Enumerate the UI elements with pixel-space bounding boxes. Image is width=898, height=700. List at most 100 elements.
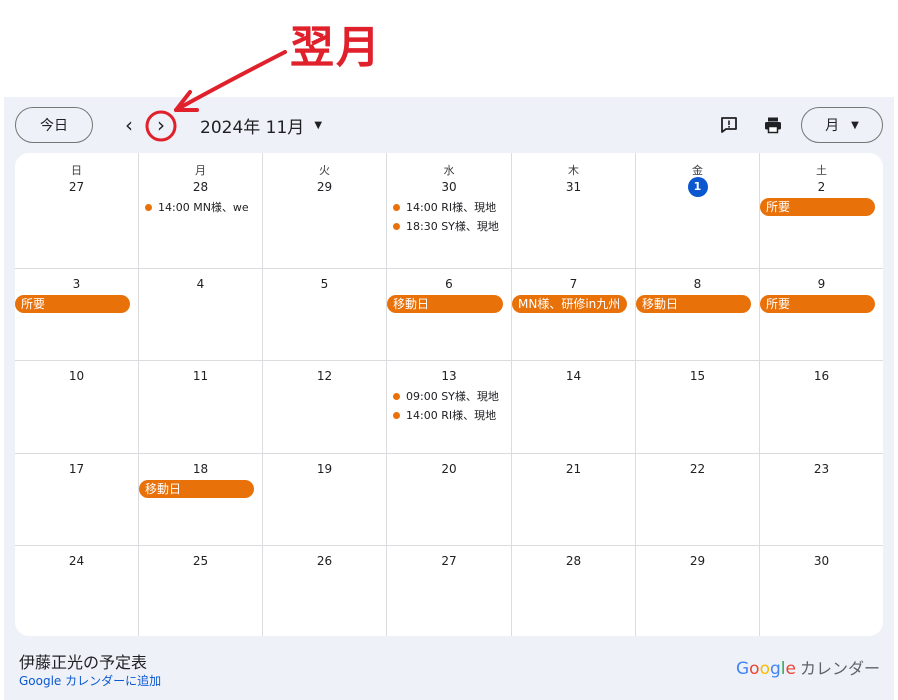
day-number[interactable]: 2 xyxy=(760,180,883,194)
all-day-event[interactable]: 所要 xyxy=(760,198,875,216)
timed-event[interactable]: 14:00 MN様、we xyxy=(145,198,256,216)
day-number[interactable]: 19 xyxy=(263,462,386,476)
day-cell[interactable]: 25 xyxy=(139,546,263,636)
day-number[interactable]: 7 xyxy=(512,277,635,291)
day-number[interactable]: 5 xyxy=(263,277,386,291)
day-cell[interactable]: 17 xyxy=(15,454,139,545)
day-cell[interactable]: 4 xyxy=(139,269,263,360)
all-day-event[interactable]: 所要 xyxy=(15,295,130,313)
day-cell[interactable]: 24 xyxy=(15,546,139,636)
next-month-button[interactable]: › xyxy=(146,110,176,140)
day-number[interactable]: 11 xyxy=(139,369,262,383)
day-cell[interactable]: 29 xyxy=(636,546,760,636)
day-number[interactable]: 29 xyxy=(263,180,386,194)
day-cell[interactable]: 火 29 xyxy=(263,153,387,268)
day-number[interactable]: 27 xyxy=(387,554,511,568)
timed-event[interactable]: 14:00 RI様、現地 xyxy=(393,406,505,424)
day-number[interactable]: 12 xyxy=(263,369,386,383)
day-cell[interactable]: 30 xyxy=(760,546,883,636)
event-dot-icon xyxy=(393,411,400,419)
day-number[interactable]: 18 xyxy=(139,462,262,476)
day-cell[interactable]: 19 xyxy=(263,454,387,545)
day-number[interactable]: 28 xyxy=(512,554,635,568)
all-day-event[interactable]: MN様、研修in九州 xyxy=(512,295,627,313)
day-number[interactable]: 22 xyxy=(636,462,759,476)
day-cell[interactable]: 月 28 14:00 MN様、we xyxy=(139,153,263,268)
day-cell[interactable]: 13 09:00 SY様、現地 14:00 RI様、現地 xyxy=(387,361,512,453)
day-number[interactable]: 24 xyxy=(15,554,138,568)
day-number[interactable]: 29 xyxy=(636,554,759,568)
day-number[interactable]: 6 xyxy=(387,277,511,291)
day-cell[interactable]: 16 xyxy=(760,361,883,453)
day-number[interactable]: 14 xyxy=(512,369,635,383)
day-number[interactable]: 8 xyxy=(636,277,759,291)
timed-event[interactable]: 18:30 SY様、現地 xyxy=(393,217,505,235)
day-cell[interactable]: 10 xyxy=(15,361,139,453)
day-cell[interactable]: 水 30 14:00 RI様、現地 18:30 SY様、現地 xyxy=(387,153,512,268)
day-number[interactable]: 1 xyxy=(636,177,759,197)
feedback-button[interactable] xyxy=(715,111,743,139)
day-number[interactable]: 28 xyxy=(139,180,262,194)
day-cell[interactable]: 9 所要 xyxy=(760,269,883,360)
day-number[interactable]: 21 xyxy=(512,462,635,476)
day-cell[interactable]: 8 移動日 xyxy=(636,269,760,360)
day-cell[interactable]: 日 27 xyxy=(15,153,139,268)
day-cell[interactable]: 20 xyxy=(387,454,512,545)
google-calendar-logo[interactable]: G o o g l e カレンダー xyxy=(736,655,880,679)
day-number[interactable]: 3 xyxy=(15,277,138,291)
day-number[interactable]: 31 xyxy=(512,180,635,194)
day-number-label: 15 xyxy=(689,369,706,383)
day-cell[interactable]: 5 xyxy=(263,269,387,360)
event-label: 14:00 RI様、現地 xyxy=(406,409,497,422)
day-number-label: 23 xyxy=(813,462,830,476)
weekday-header: 月 xyxy=(195,164,206,177)
day-number-label: 30 xyxy=(813,554,830,568)
day-number[interactable]: 9 xyxy=(760,277,883,291)
timed-event[interactable]: 09:00 SY様、現地 xyxy=(393,387,505,405)
day-cell[interactable]: 12 xyxy=(263,361,387,453)
all-day-event[interactable]: 所要 xyxy=(760,295,875,313)
day-number[interactable]: 10 xyxy=(15,369,138,383)
day-cell[interactable]: 15 xyxy=(636,361,760,453)
day-cell[interactable]: 11 xyxy=(139,361,263,453)
all-day-event[interactable]: 移動日 xyxy=(387,295,503,313)
day-number[interactable]: 23 xyxy=(760,462,883,476)
all-day-event[interactable]: 移動日 xyxy=(636,295,751,313)
day-number[interactable]: 25 xyxy=(139,554,262,568)
day-number[interactable]: 30 xyxy=(760,554,883,568)
day-cell[interactable]: 7 MN様、研修in九州 xyxy=(512,269,636,360)
day-cell[interactable]: 金1 xyxy=(636,153,760,268)
day-number-label: 10 xyxy=(68,369,85,383)
day-cell[interactable]: 28 xyxy=(512,546,636,636)
view-selector[interactable]: 月 ▼ xyxy=(801,107,883,143)
add-to-google-calendar-link[interactable]: Google カレンダーに追加 xyxy=(19,672,161,689)
day-cell[interactable]: 14 xyxy=(512,361,636,453)
day-number[interactable]: 17 xyxy=(15,462,138,476)
day-cell[interactable]: 3 所要 xyxy=(15,269,139,360)
day-cell[interactable]: 土 2 所要 xyxy=(760,153,883,268)
today-button[interactable]: 今日 xyxy=(15,107,93,143)
day-number[interactable]: 15 xyxy=(636,369,759,383)
timed-event[interactable]: 14:00 RI様、現地 xyxy=(393,198,505,216)
day-number[interactable]: 13 xyxy=(387,369,511,383)
day-cell[interactable]: 23 xyxy=(760,454,883,545)
day-cell[interactable]: 26 xyxy=(263,546,387,636)
all-day-event[interactable]: 移動日 xyxy=(139,480,254,498)
day-cell[interactable]: 21 xyxy=(512,454,636,545)
prev-month-button[interactable]: ‹ xyxy=(114,110,144,140)
week-row: 17 18 移動日 19 20 21 22 23 xyxy=(15,454,883,546)
day-number[interactable]: 27 xyxy=(15,180,138,194)
day-number[interactable]: 16 xyxy=(760,369,883,383)
view-label: 月 xyxy=(825,118,840,134)
day-cell[interactable]: 22 xyxy=(636,454,760,545)
day-cell[interactable]: 27 xyxy=(387,546,512,636)
day-number[interactable]: 30 xyxy=(387,180,511,194)
print-button[interactable] xyxy=(759,111,787,139)
day-number[interactable]: 20 xyxy=(387,462,511,476)
day-number[interactable]: 26 xyxy=(263,554,386,568)
month-selector[interactable]: 2024年 11月 ▼ xyxy=(200,113,322,138)
day-cell[interactable]: 6 移動日 xyxy=(387,269,512,360)
day-cell[interactable]: 木 31 xyxy=(512,153,636,268)
day-cell[interactable]: 18 移動日 xyxy=(139,454,263,545)
day-number[interactable]: 4 xyxy=(139,277,262,291)
